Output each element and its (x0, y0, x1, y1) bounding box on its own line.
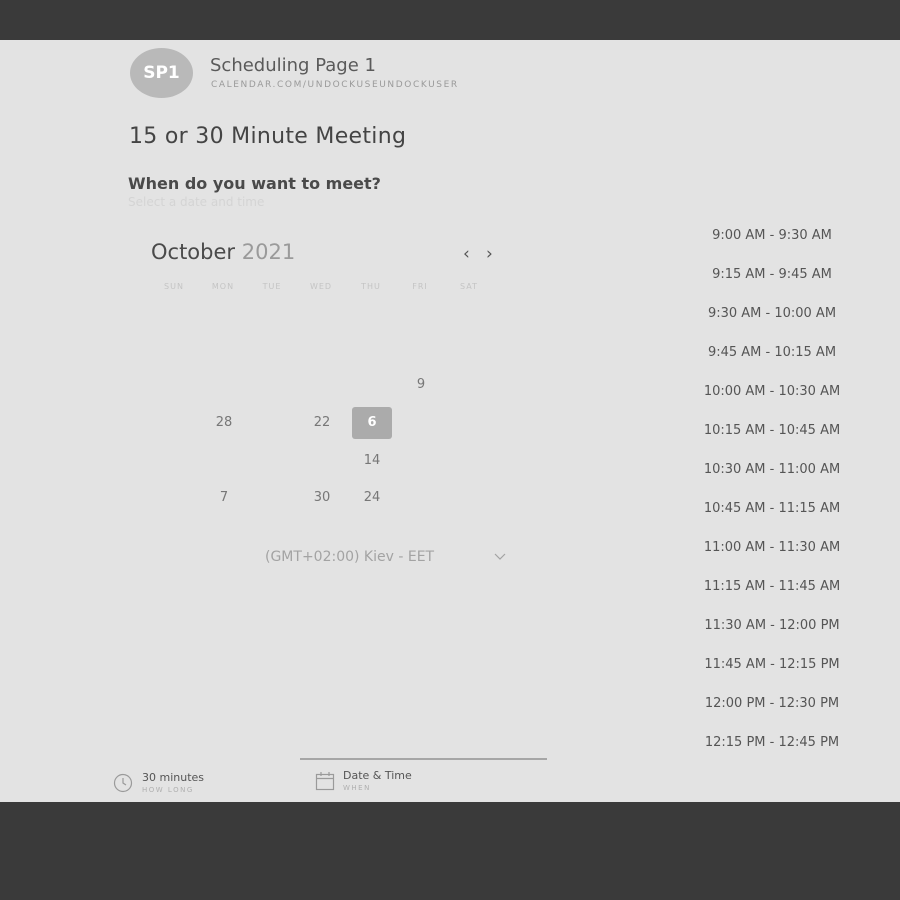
time-slot[interactable]: 11:00 AM - 11:30 AM (692, 540, 852, 555)
weekday-sat: SAT (460, 282, 478, 291)
calendar-day[interactable]: 7 (204, 482, 244, 514)
scheduling-page-name: Scheduling Page 1 (210, 55, 376, 76)
active-step-indicator (300, 758, 547, 760)
duration-value: 30 minutes (142, 771, 205, 784)
time-slot[interactable]: 10:30 AM - 11:00 AM (692, 462, 852, 477)
when-caption: WHEN (343, 784, 371, 792)
weekday-wed: WED (309, 282, 333, 291)
meeting-question: When do you want to meet? (128, 174, 381, 193)
calendar-month: October (151, 240, 236, 264)
weekday-mon: MON (211, 282, 235, 291)
duration-caption: HOW LONG (142, 786, 194, 794)
weekday-tue: TUE (262, 282, 282, 291)
calendar-day[interactable]: 30 (302, 482, 342, 514)
time-slot[interactable]: 10:15 AM - 10:45 AM (692, 423, 852, 438)
time-slot[interactable]: 11:30 AM - 12:00 PM (692, 618, 852, 633)
calendar-day[interactable]: 24 (352, 482, 392, 514)
time-slot[interactable]: 11:15 AM - 11:45 AM (692, 579, 852, 594)
meeting-title: 15 or 30 Minute Meeting (129, 124, 407, 149)
time-slot[interactable]: 10:45 AM - 11:15 AM (692, 501, 852, 516)
calendar-day[interactable]: 28 (204, 407, 244, 439)
weekday-sun: SUN (164, 282, 184, 291)
avatar: SP1 (130, 48, 193, 98)
chevron-left-icon[interactable]: ‹ (463, 244, 470, 264)
when-value: Date & Time (343, 769, 412, 782)
time-slot[interactable]: 10:00 AM - 10:30 AM (692, 384, 852, 399)
calendar-day[interactable]: 9 (401, 369, 441, 401)
time-slot[interactable]: 12:00 PM - 12:30 PM (692, 696, 852, 711)
calendar-day[interactable]: 14 (352, 445, 392, 477)
time-slot[interactable]: 12:15 PM - 12:45 PM (692, 735, 852, 750)
calendar-month-title: October 2021 (151, 240, 295, 264)
weekday-thu: THU (361, 282, 381, 291)
time-slot[interactable]: 11:45 AM - 12:15 PM (692, 657, 852, 672)
scheduling-page-url[interactable]: CALENDAR.COM/UNDOCKUSEUNDOCKUSER (211, 80, 459, 90)
time-slot[interactable]: 9:30 AM - 10:00 AM (692, 306, 852, 321)
chevron-right-icon[interactable]: › (486, 244, 493, 264)
calendar-day[interactable]: 22 (302, 407, 342, 439)
calendar-day-selected[interactable]: 6 (352, 407, 392, 439)
chevron-down-icon[interactable] (494, 550, 506, 564)
calendar-year: 2021 (241, 240, 296, 264)
scheduling-page: SP1 Scheduling Page 1 CALENDAR.COM/UNDOC… (0, 40, 900, 802)
time-slot[interactable]: 9:45 AM - 10:15 AM (692, 345, 852, 360)
time-slot[interactable]: 9:15 AM - 9:45 AM (692, 267, 852, 282)
weekday-fri: FRI (412, 282, 428, 291)
clock-icon (113, 773, 133, 797)
time-slot[interactable]: 9:00 AM - 9:30 AM (692, 228, 852, 243)
calendar-icon (315, 771, 335, 795)
select-hint: Select a date and time (128, 195, 265, 209)
timezone-select[interactable]: (GMT+02:00) Kiev - EET (265, 549, 434, 565)
